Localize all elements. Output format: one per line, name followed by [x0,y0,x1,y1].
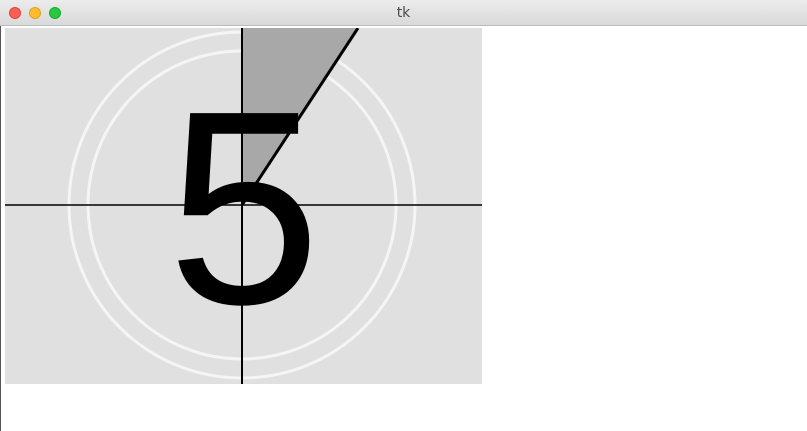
countdown-canvas[interactable]: 5 [5,28,482,384]
app-window: tk 5 [0,0,807,431]
window-content: 5 [0,26,807,431]
title-bar[interactable]: tk [0,0,807,26]
countdown-graphic: 5 [5,28,482,384]
countdown-digit: 5 [167,54,321,362]
window-title: tk [396,5,411,21]
